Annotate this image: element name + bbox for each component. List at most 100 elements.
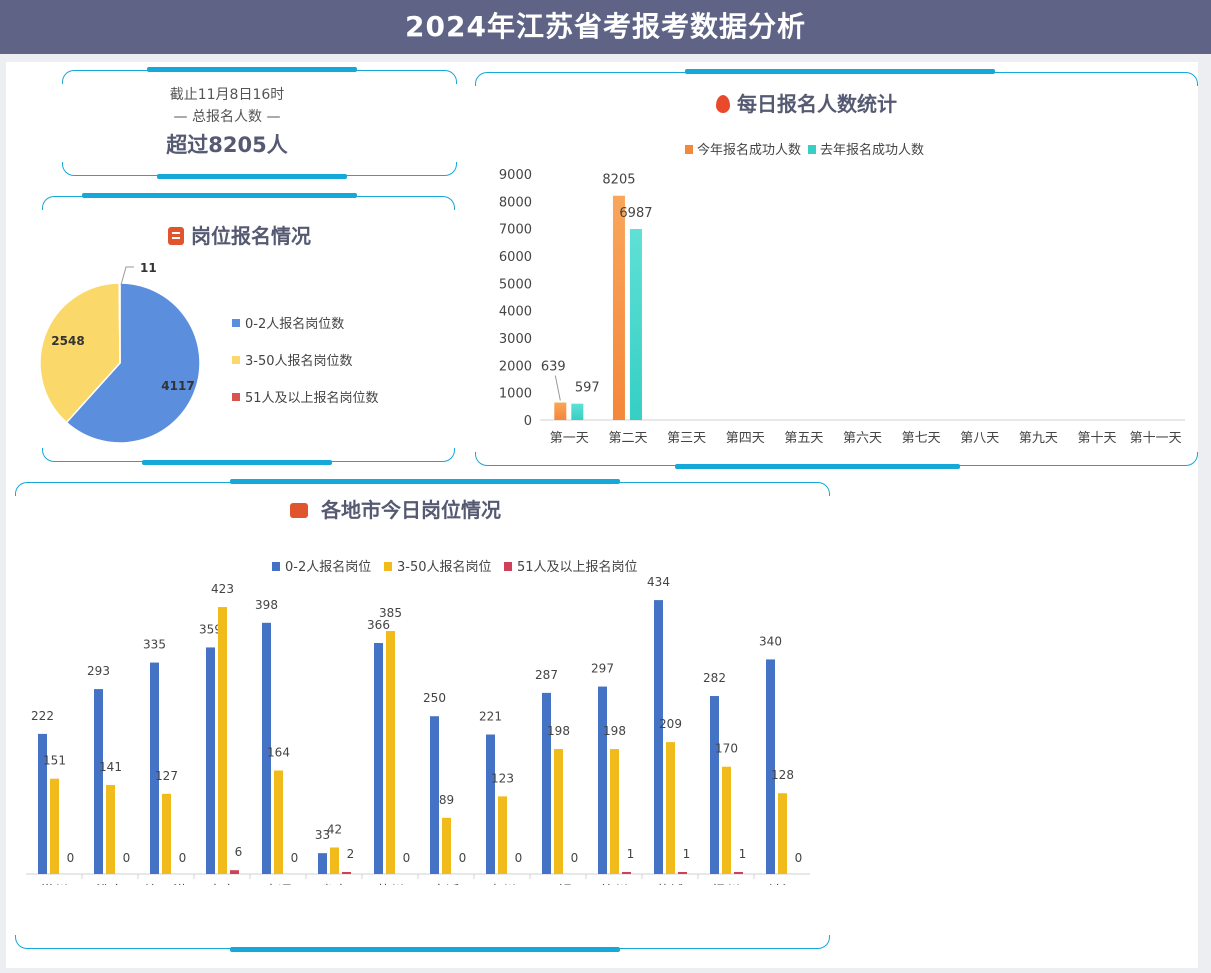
daily-ytick-7: 7000 [499,223,532,238]
chat-icon [290,503,308,518]
cities-bar-1-5 [330,847,339,874]
cities-label-1-7: 89 [439,793,454,807]
cities-bar-1-4 [274,770,283,874]
cities-bar-0-6 [374,643,383,874]
cities-xtick-4: 南通 [264,884,292,885]
cities-bar-1-8 [498,796,507,874]
cities-label-0-6: 366 [367,618,390,632]
daily-xtick-3: 第四天 [726,431,765,446]
fire-icon [716,95,730,113]
cities-legend-swatch-2 [504,562,512,571]
cities-xtick-11: 盐城 [656,884,684,885]
summary-label: — 总报名人数 — [173,109,281,125]
pie-title: 岗位报名情况 [168,220,311,249]
cities-bar-1-9 [554,749,563,874]
cities-label-2-6: 0 [403,851,411,865]
cities-label-1-5: 42 [327,822,342,836]
cities-label-0-7: 250 [423,691,446,705]
cities-xtick-7: 宿迁 [432,883,460,885]
daily-legend-label-0: 今年报名成功人数 [697,142,801,158]
daily-chart: 今年报名成功人数 去年报名成功人数 0 1000 2000 3000 4000 5000 600… [499,142,1185,446]
cities-label-1-0: 151 [43,754,66,768]
cities-bar-2-3 [230,870,239,874]
cities-label-0-4: 398 [255,598,278,612]
cities-legend-label-0: 0-2人报名岗位 [285,559,371,575]
daily-bar-0-0 [554,402,567,420]
cities-title-text: 各地市今日岗位情况 [320,498,501,522]
dashboard-title: 2024年江苏省考报考数据分析 [405,10,806,43]
cities-label-2-11: 1 [683,847,691,861]
daily-legend-label-1: 去年报名成功人数 [820,142,924,158]
daily-ytick-5: 5000 [499,277,532,292]
cities-label-0-2: 335 [143,638,166,652]
daily-xtick-6: 第七天 [902,431,941,446]
daily-title: 每日报名人数统计 [716,88,897,117]
cities-label-2-9: 0 [571,851,579,865]
legend-swatch [232,393,240,401]
legend-swatch [232,319,240,327]
daily-xtick-1: 第二天 [608,431,647,446]
cities-label-1-8: 123 [491,771,514,785]
daily-label-0-0: 639 [541,360,566,375]
cities-bar-1-11 [666,742,675,874]
cities-chart: 0-2人报名岗位 3-50人报名岗位 51人及以上报名岗位常州 222 151 0 淮安 29… [26,559,810,885]
cities-bar-0-1 [94,689,103,874]
cities-xtick-12: 扬州 [712,884,740,885]
daily-xtick-4: 第五天 [784,431,823,446]
daily-legend-swatch-1 [808,145,816,154]
daily-ytick-8: 8000 [499,195,532,210]
cities-xtick-13: 镇江 [768,884,796,885]
summary-panel: 截止11月8日16时 — 总报名人数 — 超过8205人 [62,84,392,162]
daily-bar-0-1 [612,195,625,420]
cities-bar-0-9 [542,692,551,874]
cities-bar-0-3 [206,647,215,874]
pie-chart: 4117 2548 11 [39,261,201,444]
cities-label-0-11: 434 [647,575,670,589]
daily-ytick-3: 3000 [499,332,532,347]
cities-label-1-11: 209 [659,717,682,731]
pie-label-2: 11 [140,261,157,275]
cities-label-0-8: 221 [479,710,502,724]
daily-bar-1-0 [571,403,584,420]
pie-slice-2 [118,282,121,364]
cities-label-0-0: 222 [31,709,54,723]
cities-xtick-2: 连云港 [145,884,187,885]
daily-xtick-2: 第三天 [667,431,706,446]
daily-ytick-6: 6000 [499,250,532,265]
pie-leader-line [120,266,134,286]
cities-xtick-3: 南京 [208,884,236,885]
summary-date: 截止11月8日16时 [169,87,285,103]
daily-xtick-9: 第十天 [1078,431,1117,446]
cities-label-1-2: 127 [155,769,178,783]
cities-bar-0-11 [654,600,663,874]
cities-label-0-13: 340 [759,634,782,648]
cities-label-1-3: 423 [211,582,234,596]
cities-bar-0-8 [486,734,495,874]
cities-label-2-1: 0 [123,851,131,865]
dashboard-header: 2024年江苏省考报考数据分析 [0,0,1211,54]
cities-label-1-4: 164 [267,745,290,759]
cities-bar-1-3 [218,607,227,874]
daily-label-0-1: 8205 [602,173,635,188]
cities-label-2-3: 6 [235,845,243,859]
clipboard-icon [168,227,184,245]
cities-xtick-1: 淮安 [96,884,124,885]
cities-bar-1-6 [386,631,395,874]
pie-legend-2: 51人及以上报名岗位数 [232,387,379,406]
cities-label-1-13: 128 [771,768,794,782]
cities-label-2-4: 0 [291,851,299,865]
daily-label-1-1: 6987 [619,206,652,221]
cities-legend-label-1: 3-50人报名岗位 [397,559,492,575]
cities-bar-1-0 [50,778,59,874]
cities-label-0-10: 297 [591,662,614,676]
pie-title-text: 岗位报名情况 [190,224,311,248]
daily-title-text: 每日报名人数统计 [736,92,897,116]
cities-bar-0-10 [598,686,607,874]
cities-label-2-10: 1 [627,847,635,861]
daily-label-1-0: 597 [575,381,600,396]
cities-bar-1-1 [106,785,115,874]
cities-label-2-12: 1 [739,847,747,861]
cities-bar-2-11 [678,872,687,874]
cities-label-1-12: 170 [715,742,738,756]
cities-legend-label-2: 51人及以上报名岗位 [517,559,638,575]
